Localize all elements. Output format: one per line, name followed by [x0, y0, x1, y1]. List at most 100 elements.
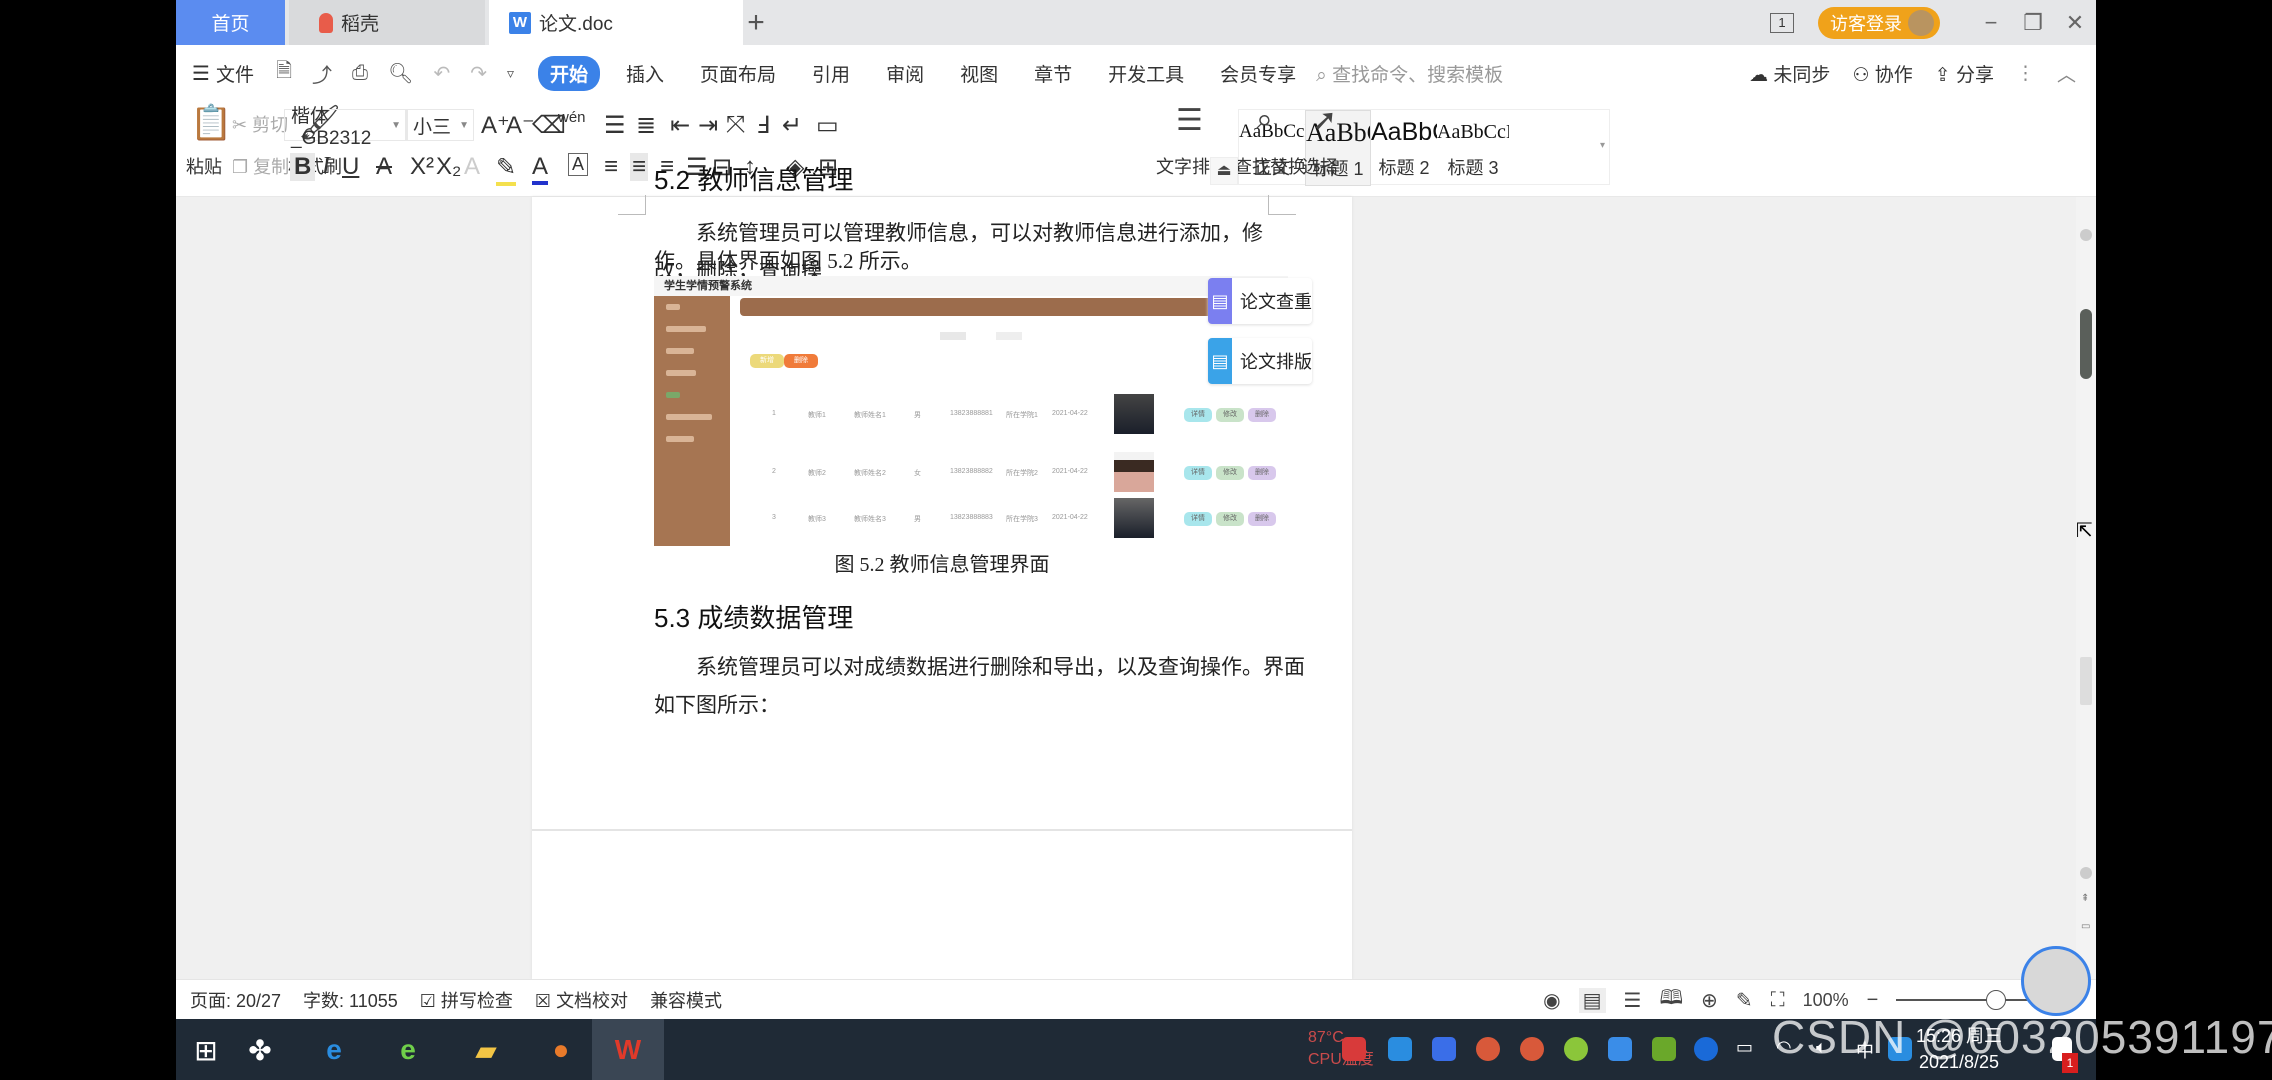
save-icon[interactable]: 🗎	[276, 56, 292, 90]
thesis-check-button[interactable]: ▤ 论文查重	[1208, 278, 1312, 324]
prev-page-icon[interactable]: ⇞	[2081, 893, 2089, 904]
text-effect-icon[interactable]: A	[464, 153, 480, 181]
underline-icon[interactable]: U	[342, 153, 359, 181]
menu-tab-page-layout[interactable]: 页面布局	[700, 60, 776, 87]
strikethrough-icon[interactable]: A	[376, 153, 392, 181]
window-count-icon[interactable]: 1	[1770, 12, 1794, 33]
thesis-format-button[interactable]: ▤ 论文排版	[1208, 338, 1312, 384]
file-explorer-icon[interactable]: ▰	[466, 1030, 506, 1070]
command-search[interactable]: ⌕ 查找命令、搜索模板	[1316, 60, 1503, 87]
scroll-down-icon[interactable]	[2080, 867, 2092, 879]
scroll-up-icon[interactable]	[2080, 229, 2092, 241]
tray-tool-icon[interactable]	[1608, 1037, 1632, 1061]
more-icon[interactable]: ⋮	[2016, 62, 2035, 85]
vertical-scrollbar[interactable]: ⇞ ▭	[2076, 197, 2096, 979]
menu-tab-references[interactable]: 引用	[812, 60, 850, 87]
shrink-font-icon[interactable]: A⁻	[506, 111, 535, 140]
cut-button[interactable]: ✂ 剪切	[232, 111, 288, 137]
scroll-thumb[interactable]	[2080, 309, 2092, 379]
chinese-layout-icon[interactable]: ⤧	[726, 111, 745, 139]
collaborate-button[interactable]: ⚇ 协作	[1852, 60, 1912, 87]
paste-button[interactable]: 粘贴	[186, 153, 222, 179]
restore-button[interactable]: ❐	[2012, 10, 2054, 36]
collapse-ribbon-icon[interactable]: ︿	[2057, 60, 2076, 87]
paste-icon[interactable]: 📋	[190, 103, 232, 143]
fit-page-icon[interactable]: ⛶	[1771, 989, 1785, 1012]
minimize-button[interactable]: −	[1970, 10, 2012, 36]
find-icon[interactable]: ⌕	[1256, 103, 1273, 137]
redo-icon[interactable]: ↷	[470, 61, 487, 86]
avatar	[1908, 9, 1934, 36]
tray-nvidia-icon[interactable]	[1652, 1037, 1676, 1061]
file-menu[interactable]: 文件	[216, 60, 254, 87]
zoom-level[interactable]: 100%	[1803, 990, 1849, 1011]
style-scroll-icon[interactable]: ▾	[1600, 140, 1605, 151]
font-size-select[interactable]: 小三 ▼	[406, 109, 474, 141]
phonetic-guide-icon[interactable]: wén	[558, 109, 586, 126]
tray-app-icon[interactable]	[1342, 1037, 1366, 1061]
superscript-icon[interactable]: X²	[410, 153, 434, 181]
menu-tab-developer[interactable]: 开发工具	[1108, 60, 1184, 87]
bluetooth-icon[interactable]	[1694, 1037, 1718, 1061]
zoom-slider[interactable]	[1896, 990, 2037, 1010]
tab-document[interactable]: W 论文.doc	[489, 0, 743, 45]
reading-view-icon[interactable]: 🕮	[1659, 983, 1683, 1017]
print-icon[interactable]: ⎙	[352, 62, 368, 85]
eye-protection-icon[interactable]: ◉	[1543, 988, 1560, 1013]
menu-tab-view[interactable]: 视图	[960, 60, 998, 87]
page-indicator[interactable]: 页面: 20/27	[190, 987, 281, 1013]
internet-explorer-icon[interactable]: e	[314, 1030, 354, 1070]
power-icon[interactable]: ▭	[1736, 1037, 1760, 1061]
menu-tab-insert[interactable]: 插入	[626, 60, 664, 87]
font-name-select-box[interactable]: 楷体_GB2312 ▼	[284, 106, 406, 149]
share-button[interactable]: ⇪ 分享	[1935, 60, 1994, 87]
menu-tab-review[interactable]: 审阅	[886, 60, 924, 87]
export-icon[interactable]: ⤴	[312, 59, 332, 88]
proofread-button[interactable]: ☒ 文档校对	[535, 987, 628, 1013]
browser-360-icon[interactable]: e	[388, 1030, 428, 1070]
new-tab-button[interactable]: +	[736, 0, 776, 45]
close-button[interactable]: ✕	[2054, 10, 2096, 36]
tab-daoke[interactable]: 稻壳	[289, 0, 485, 45]
menu-tab-chapter[interactable]: 章节	[1034, 60, 1072, 87]
windows-start-icon[interactable]: ⊞	[186, 1030, 226, 1070]
subscript-icon[interactable]: X₂	[436, 153, 461, 181]
web-view-icon[interactable]: ⊕	[1701, 988, 1718, 1013]
hamburger-icon[interactable]: ☰	[192, 61, 210, 86]
zoom-slider-thumb[interactable]	[1986, 990, 2007, 1010]
wps-office-icon[interactable]: W	[608, 1030, 648, 1070]
menu-tab-member[interactable]: 会员专享	[1220, 60, 1296, 87]
tab-home[interactable]: 首页	[176, 0, 285, 45]
guest-login-button[interactable]: 访客登录	[1818, 6, 1940, 39]
style-heading-2[interactable]: AaBbC 标题 2	[1371, 110, 1437, 186]
collapse-panel-button[interactable]: ⏏	[1210, 157, 1238, 185]
style-heading-3[interactable]: AaBbCcI 标题 3	[1437, 110, 1509, 186]
assistant-float-ball[interactable]	[2021, 946, 2091, 1016]
outline-view-icon[interactable]: ☰	[1624, 988, 1642, 1013]
tray-plus-icon[interactable]	[1564, 1037, 1588, 1061]
menu-tab-home[interactable]: 开始	[538, 55, 601, 91]
copy-button[interactable]: ❐ 复制	[232, 153, 289, 179]
spell-check-button[interactable]: ☑ 拼写检查	[420, 987, 513, 1013]
undo-icon[interactable]: ↶	[433, 61, 450, 86]
tray-qq-icon-2[interactable]	[1520, 1037, 1544, 1061]
app-fan-icon[interactable]: ✤	[240, 1030, 280, 1070]
customize-quick-access-icon[interactable]: ▿	[507, 65, 514, 82]
write-mode-icon[interactable]: ✎	[1736, 988, 1753, 1013]
tray-qq-icon[interactable]	[1476, 1037, 1500, 1061]
page-view-icon[interactable]: ▤	[1578, 987, 1606, 1013]
thesis-check-label: 论文查重	[1240, 292, 1312, 312]
text-layout-icon[interactable]: ☰	[1176, 103, 1203, 138]
bold-icon[interactable]: B	[290, 153, 316, 181]
highlight-icon[interactable]: ✎	[496, 153, 517, 186]
zoom-out-icon[interactable]: −	[1867, 989, 1879, 1012]
tray-shield-icon[interactable]	[1432, 1037, 1456, 1061]
italic-icon[interactable]: I	[322, 153, 330, 180]
tray-upload-icon[interactable]	[1388, 1037, 1412, 1061]
app-cat-icon[interactable]: ●	[541, 1030, 581, 1070]
print-preview-icon[interactable]: 🔍︎	[388, 61, 413, 86]
page-select-icon[interactable]: ▭	[2081, 921, 2090, 932]
sync-status[interactable]: ☁ 未同步	[1749, 60, 1830, 87]
word-count[interactable]: 字数: 11055	[303, 987, 398, 1013]
cursor-select-icon[interactable]: ➚	[1312, 103, 1337, 138]
